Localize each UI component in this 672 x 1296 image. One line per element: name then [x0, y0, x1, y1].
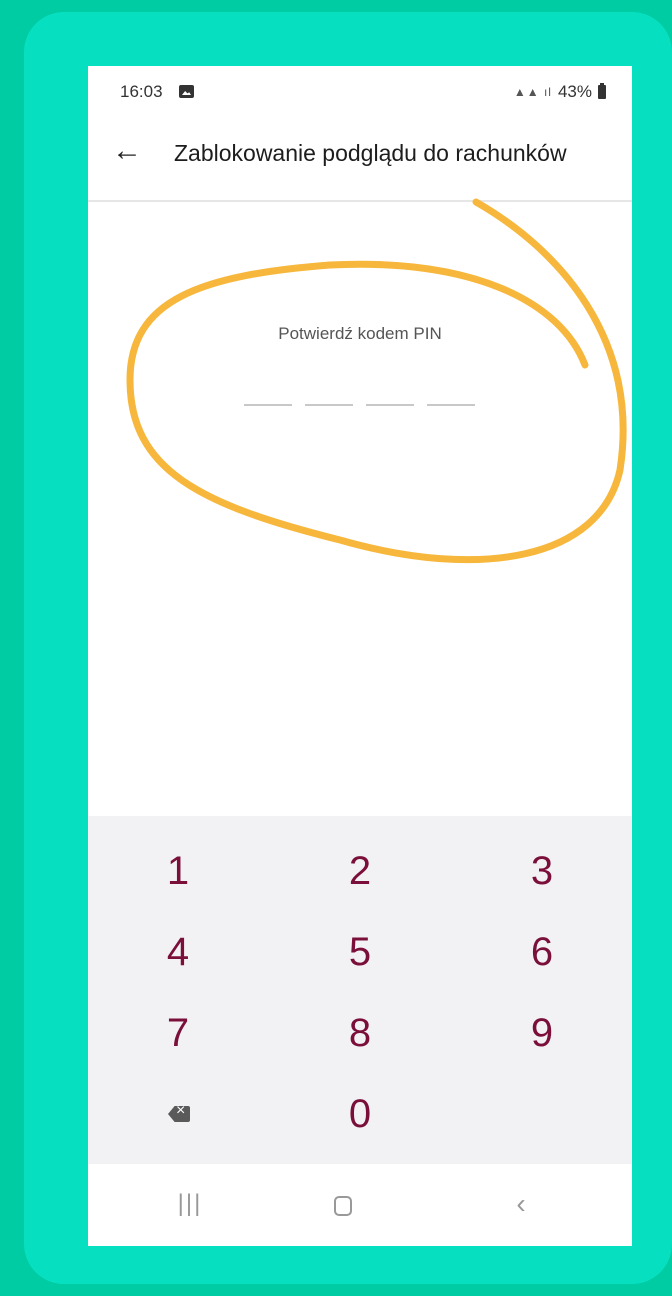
backspace-icon[interactable]	[118, 1079, 238, 1149]
key-7[interactable]: 7	[118, 998, 238, 1068]
status-right: ▲▲ ıl 43%	[514, 82, 606, 102]
numeric-keypad: 1 2 3 4 5 6 7 8 9 0	[88, 816, 632, 1164]
phone-screen: 16:03 ▲▲ ıl 43% ← Zablokowanie podglądu …	[88, 66, 632, 1246]
recents-icon[interactable]: |||	[170, 1190, 210, 1220]
pin-label: Potwierdź kodem PIN	[278, 324, 442, 343]
key-1[interactable]: 1	[118, 836, 238, 906]
pin-input[interactable]	[244, 404, 476, 408]
app-bar: ← Zablokowanie podglądu do rachunków	[88, 116, 632, 202]
key-4[interactable]: 4	[118, 917, 238, 987]
key-3[interactable]: 3	[482, 836, 602, 906]
home-icon[interactable]	[334, 1196, 352, 1216]
page-title: Zablokowanie podglądu do rachunków	[174, 140, 567, 166]
status-time: 16:03	[120, 82, 163, 101]
signal-icon: ▲▲ ıl	[513, 85, 552, 99]
battery-icon	[598, 83, 606, 99]
pin-slot	[305, 404, 353, 406]
status-battery: 43%	[557, 82, 592, 101]
pin-slot	[366, 404, 414, 406]
pin-slot	[244, 404, 292, 406]
key-2[interactable]: 2	[300, 836, 420, 906]
key-9[interactable]: 9	[482, 998, 602, 1068]
chevron-left-icon[interactable]: ‹	[506, 1190, 536, 1220]
pin-slot	[427, 404, 475, 406]
key-6[interactable]: 6	[482, 917, 602, 987]
status-bar: 16:03 ▲▲ ıl 43%	[88, 66, 632, 116]
system-nav-bar: ||| ‹	[88, 1164, 632, 1246]
arrow-left-icon[interactable]: ←	[112, 136, 152, 166]
key-8[interactable]: 8	[300, 998, 420, 1068]
key-0[interactable]: 0	[300, 1079, 420, 1149]
key-5[interactable]: 5	[300, 917, 420, 987]
image-notification-icon	[179, 85, 194, 98]
